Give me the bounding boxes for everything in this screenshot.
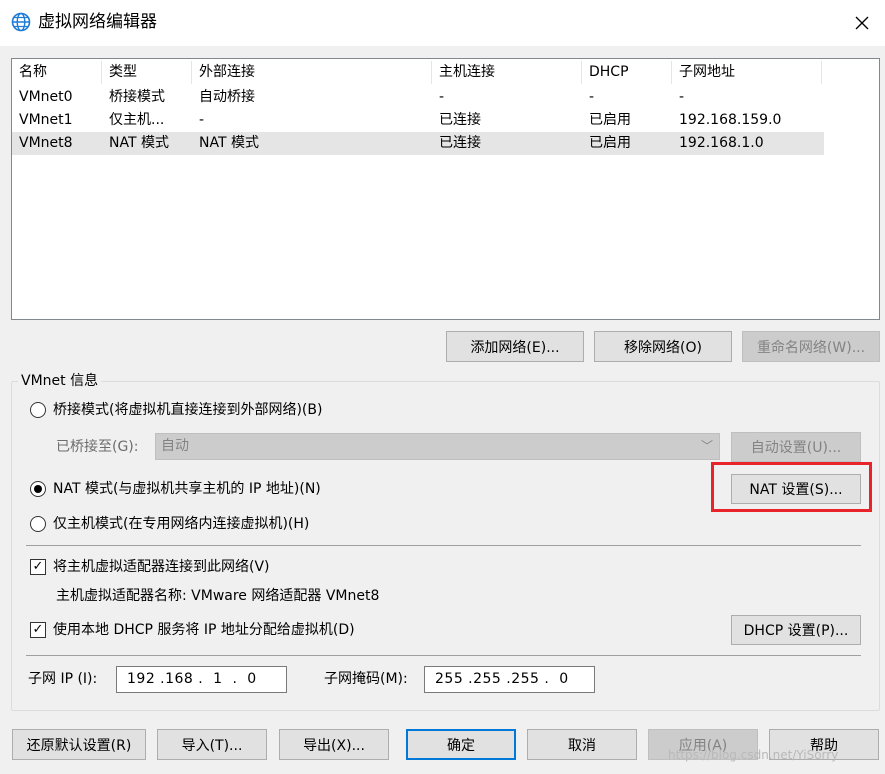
cell-subnet: 192.168.159.0	[679, 112, 782, 128]
column-header-name[interactable]: 名称	[12, 61, 102, 84]
subnet-mask-input[interactable]: 255 .255 .255 . 0	[424, 666, 595, 693]
dhcp-settings-button[interactable]: DHCP 设置(P)...	[731, 615, 861, 645]
connect-adapter-label[interactable]: 将主机虚拟适配器连接到此网络(V)	[53, 557, 270, 577]
cell-subnet: -	[679, 89, 685, 105]
cell-host: 已连接	[439, 112, 481, 128]
column-header-host[interactable]: 主机连接	[432, 61, 582, 84]
window-title: 虚拟网络编辑器	[38, 12, 157, 32]
network-list-header: 名称 类型 外部连接 主机连接 DHCP 子网地址	[12, 61, 824, 84]
export-button[interactable]: 导出(X)...	[279, 729, 389, 760]
bridged-to-label: 已桥接至(G):	[56, 439, 139, 455]
highlight-annotation-box	[711, 462, 872, 512]
vmnet-info-label: VMnet 信息	[18, 372, 102, 390]
table-row-vmnet1[interactable]: VMnet1 仅主机... - 已连接 已启用 192.168.159.0	[12, 109, 824, 132]
column-header-external[interactable]: 外部连接	[192, 61, 432, 84]
close-button[interactable]	[846, 8, 878, 38]
bridged-to-value: 自动	[161, 438, 189, 454]
globe-network-icon	[11, 12, 31, 32]
cell-dhcp: 已启用	[589, 112, 631, 128]
cell-external: NAT 模式	[199, 135, 259, 151]
cell-host: 已连接	[439, 135, 481, 151]
nat-mode-radio[interactable]	[30, 481, 46, 497]
network-list[interactable]: 名称 类型 外部连接 主机连接 DHCP 子网地址 VMnet0 桥接模式 自动…	[11, 58, 880, 320]
add-network-button[interactable]: 添加网络(E)...	[446, 331, 584, 362]
vmnet-info-group	[11, 381, 880, 711]
close-icon	[855, 16, 869, 30]
use-dhcp-checkbox[interactable]: ✓	[30, 622, 46, 638]
cell-dhcp: -	[589, 89, 595, 105]
host-only-mode-radio[interactable]	[30, 516, 46, 532]
use-dhcp-label[interactable]: 使用本地 DHCP 服务将 IP 地址分配给虚拟机(D)	[53, 620, 355, 640]
import-button[interactable]: 导入(T)...	[157, 729, 267, 760]
table-row-vmnet0[interactable]: VMnet0 桥接模式 自动桥接 - - -	[12, 86, 824, 109]
column-header-type[interactable]: 类型	[102, 61, 192, 84]
watermark-text: https://blog.csdn.net/YiSorry	[668, 748, 839, 762]
subnet-mask-label: 子网掩码(M):	[324, 671, 408, 687]
adapter-name-text: 主机虚拟适配器名称: VMware 网络适配器 VMnet8	[56, 588, 380, 604]
nat-mode-label[interactable]: NAT 模式(与虚拟机共享主机的 IP 地址)(N)	[53, 479, 321, 499]
column-header-dhcp[interactable]: DHCP	[582, 61, 672, 84]
cell-host: -	[439, 89, 445, 105]
bridged-mode-label[interactable]: 桥接模式(将虚拟机直接连接到外部网络)(B)	[53, 400, 322, 420]
cell-name: VMnet8	[19, 135, 73, 151]
subnet-ip-label: 子网 IP (I):	[28, 671, 98, 687]
connect-adapter-checkbox[interactable]: ✓	[30, 559, 46, 575]
cell-name: VMnet0	[19, 89, 73, 105]
cell-name: VMnet1	[19, 112, 73, 128]
chevron-down-icon: ﹀	[700, 439, 713, 453]
divider	[26, 655, 861, 656]
cell-external: 自动桥接	[199, 89, 255, 105]
rename-network-button[interactable]: 重命名网络(W)...	[742, 331, 880, 362]
bridged-to-select[interactable]: 自动 ﹀	[155, 433, 720, 460]
cell-external: -	[199, 112, 205, 128]
cancel-button[interactable]: 取消	[527, 729, 637, 760]
table-row-vmnet8[interactable]: VMnet8 NAT 模式 NAT 模式 已连接 已启用 192.168.1.0	[12, 132, 824, 155]
subnet-ip-input[interactable]: 192 .168 . 1 . 0	[116, 666, 287, 693]
cell-dhcp: 已启用	[589, 135, 631, 151]
cell-type: 桥接模式	[109, 89, 165, 105]
bridged-mode-radio[interactable]	[30, 402, 46, 418]
divider	[26, 545, 861, 546]
cell-type: NAT 模式	[109, 135, 169, 151]
cell-subnet: 192.168.1.0	[679, 135, 764, 151]
column-header-subnet[interactable]: 子网地址	[672, 61, 822, 84]
cell-type: 仅主机...	[109, 112, 165, 128]
ok-button[interactable]: 确定	[406, 729, 516, 760]
host-only-mode-label[interactable]: 仅主机模式(在专用网络内连接虚拟机)(H)	[53, 514, 309, 534]
remove-network-button[interactable]: 移除网络(O)	[594, 331, 732, 362]
auto-settings-button[interactable]: 自动设置(U)...	[731, 432, 861, 462]
restore-defaults-button[interactable]: 还原默认设置(R)	[12, 729, 146, 760]
